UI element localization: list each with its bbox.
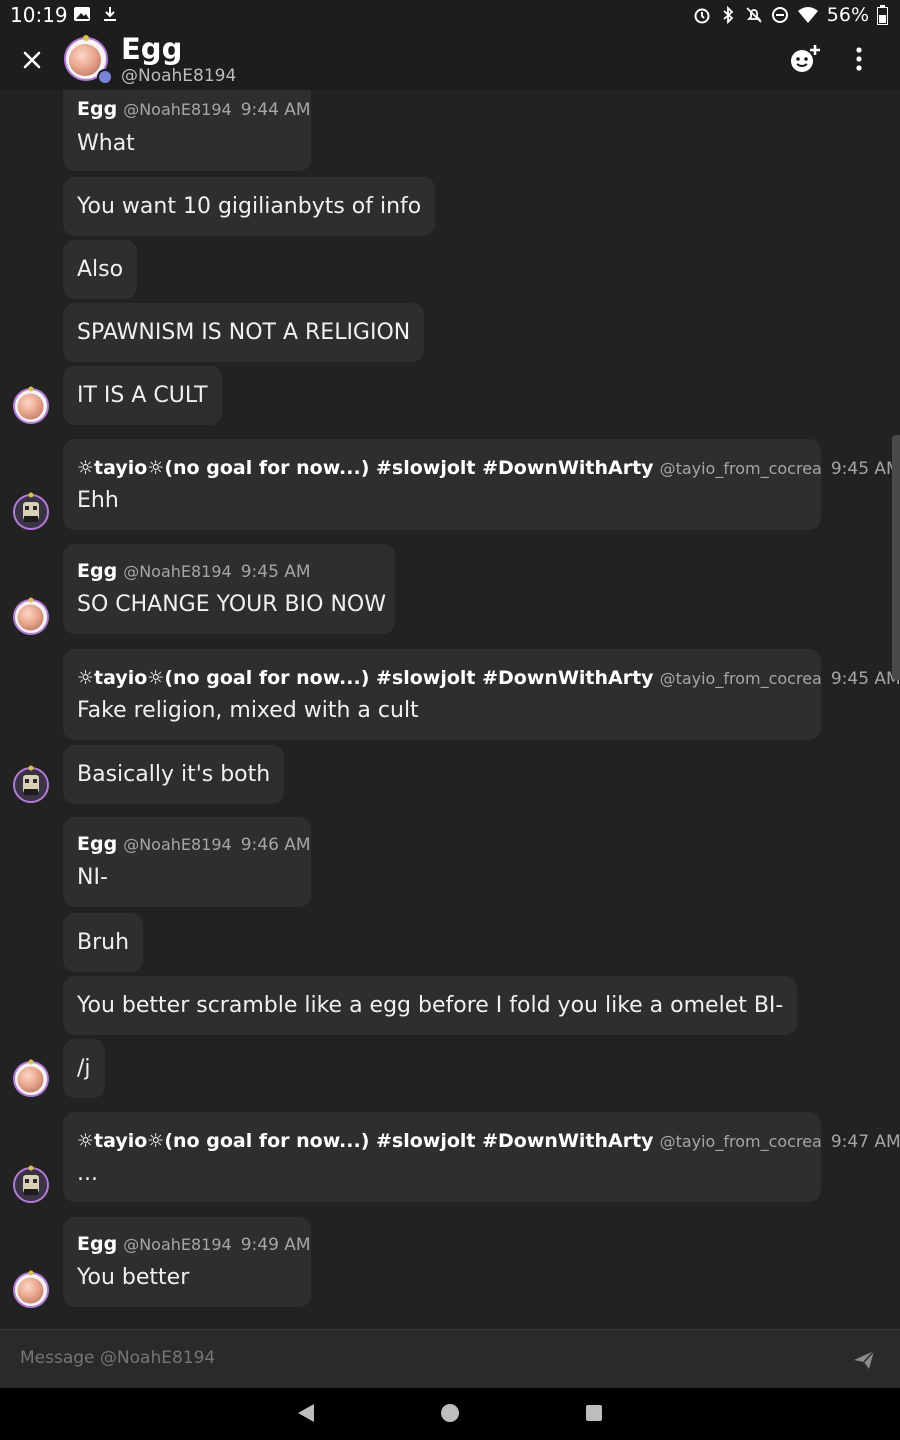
message-bubble[interactable]: Bruh (63, 913, 144, 972)
message-author: Egg (77, 833, 118, 855)
message-handle: @NoahE8194 (123, 1235, 232, 1254)
wifi-icon (797, 7, 818, 23)
message-timestamp: 9:45 AM (240, 562, 311, 582)
message-timestamp: 9:49 AM (240, 1235, 311, 1255)
more-options-icon[interactable] (845, 44, 873, 74)
header-handle: @NoahE8194 (121, 66, 237, 86)
battery-icon (877, 5, 888, 25)
message-author: ☼tayio☼(no goal for now...) #slowjolt #D… (77, 457, 654, 479)
avatar[interactable] (12, 597, 50, 635)
status-bar: 10:19 56% (0, 0, 900, 30)
message-text: What (77, 131, 135, 156)
message-handle: @NoahE8194 (123, 100, 232, 119)
avatar[interactable] (12, 1165, 50, 1203)
message-text: Fake religion, mixed with a cult (77, 698, 419, 723)
battery-percent: 56% (826, 4, 869, 26)
message-text: SPAWNISM IS NOT A RELIGION (77, 320, 411, 345)
message-text: NI- (77, 865, 108, 890)
recent-apps-icon[interactable] (586, 1405, 602, 1421)
download-icon (104, 7, 116, 21)
message-timestamp: 9:46 AM (240, 835, 311, 855)
message-input[interactable] (18, 1347, 802, 1369)
mute-icon (746, 7, 762, 23)
alarm-icon (694, 8, 710, 24)
message-text: IT IS A CULT (77, 383, 208, 408)
message-author: ☼tayio☼(no goal for now...) #slowjolt #D… (77, 1130, 654, 1152)
message-timestamp: 9:45 AM (830, 459, 900, 479)
message-bubble[interactable]: /j (63, 1039, 105, 1098)
message-text: /j (77, 1056, 91, 1081)
message-author: Egg (77, 98, 118, 120)
message-bubble[interactable]: Egg @NoahE8194 9:46 AM NI- (63, 817, 311, 907)
message-bubble[interactable]: Egg @NoahE8194 9:49 AM You better (63, 1217, 311, 1307)
message-bubble[interactable]: You want 10 gigilianbyts of info (63, 177, 436, 236)
message-bubble[interactable]: IT IS A CULT (63, 366, 222, 425)
message-timestamp: 9:45 AM (830, 669, 900, 689)
message-author: Egg (77, 560, 118, 582)
message-text: SO CHANGE YOUR BIO NOW (77, 592, 386, 617)
home-icon[interactable] (441, 1404, 459, 1422)
avatar[interactable] (12, 1270, 50, 1308)
add-friend-icon[interactable] (788, 44, 822, 74)
avatar[interactable] (12, 1059, 50, 1097)
message-text: Also (77, 257, 124, 282)
message-bubble[interactable]: ☼tayio☼(no goal for now...) #slowjolt #D… (63, 649, 900, 740)
message-text: Ehh (77, 488, 119, 513)
dnd-icon (771, 7, 788, 23)
message-bubble[interactable]: SPAWNISM IS NOT A RELIGION (63, 303, 425, 362)
message-handle: @NoahE8194 (123, 562, 232, 581)
bluetooth-icon (723, 6, 734, 24)
message-bubble[interactable]: ☼tayio☼(no goal for now...) #slowjolt #D… (63, 439, 900, 530)
image-icon (74, 7, 90, 21)
message-text: Bruh (77, 930, 130, 955)
message-handle: @tayio_from_cocrea (659, 459, 822, 478)
message-text: You better (77, 1265, 190, 1290)
message-bubble[interactable]: You better scramble like a egg before I … (63, 976, 798, 1035)
message-timestamp: 9:47 AM (830, 1132, 900, 1152)
back-icon[interactable] (296, 1402, 316, 1424)
online-status-dot (97, 69, 113, 85)
message-author: ☼tayio☼(no goal for now...) #slowjolt #D… (77, 667, 654, 689)
message-text: You want 10 gigilianbyts of info (77, 194, 422, 219)
chat-header: Egg @NoahE8194 (0, 30, 900, 90)
page-title: Egg (121, 32, 183, 66)
message-bubble[interactable]: Egg @NoahE8194 9:45 AM SO CHANGE YOUR BI… (63, 544, 395, 634)
message-composer (0, 1329, 900, 1388)
message-text: ... (77, 1161, 98, 1186)
message-author: Egg (77, 1233, 118, 1255)
navigation-bar (0, 1388, 900, 1440)
message-bubble[interactable]: Basically it's both (63, 745, 285, 804)
close-icon[interactable] (18, 46, 46, 74)
message-bubble[interactable]: Egg @NoahE8194 9:44 AM What (63, 90, 311, 171)
avatar[interactable] (12, 386, 50, 424)
message-text: You better scramble like a egg before I … (77, 993, 784, 1018)
scrollbar[interactable] (892, 435, 900, 680)
message-bubble[interactable]: Also (63, 240, 138, 299)
message-handle: @NoahE8194 (123, 835, 232, 854)
status-time: 10:19 (10, 3, 68, 27)
message-bubble[interactable]: ☼tayio☼(no goal for now...) #slowjolt #D… (63, 1112, 900, 1202)
message-handle: @tayio_from_cocrea (659, 1132, 822, 1151)
message-text: Basically it's both (77, 762, 271, 787)
avatar[interactable] (12, 492, 50, 530)
message-handle: @tayio_from_cocrea (659, 669, 822, 688)
avatar[interactable] (12, 765, 50, 803)
message-timestamp: 9:44 AM (240, 100, 311, 120)
send-icon[interactable] (852, 1348, 876, 1372)
